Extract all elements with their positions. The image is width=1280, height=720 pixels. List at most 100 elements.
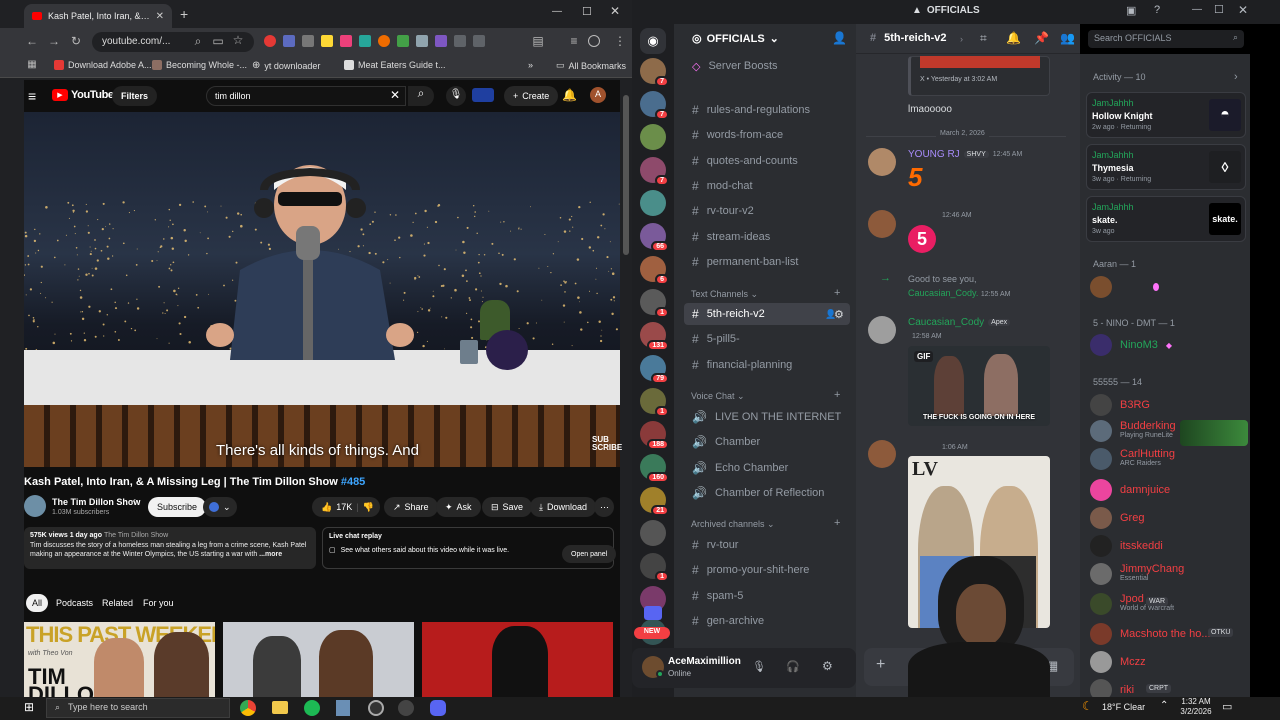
- side-panel-icon[interactable]: ▤: [530, 34, 546, 48]
- weather-text[interactable]: 18°F Clear: [1102, 702, 1145, 712]
- gif-embed[interactable]: GIF THE FUCK IS GOING ON IN HERE: [908, 346, 1050, 426]
- ask-button[interactable]: ✦ Ask: [436, 497, 481, 517]
- thumbnail-3[interactable]: [422, 622, 613, 697]
- channel-item[interactable]: # gen-archive: [684, 610, 850, 632]
- reload-icon[interactable]: ↻: [68, 34, 84, 48]
- episode-hashtag[interactable]: #485: [341, 476, 365, 488]
- channel-item[interactable]: # words-from-ace: [684, 124, 850, 146]
- channel-item[interactable]: # permanent-ban-list: [684, 251, 850, 273]
- category-header[interactable]: Text Channels ⌄: [691, 289, 758, 300]
- thumbnail-2[interactable]: [223, 622, 414, 697]
- member-item[interactable]: JimmyChang Essential: [1090, 563, 1184, 585]
- add-attachment-icon[interactable]: +: [876, 656, 885, 674]
- more-link[interactable]: ...more: [259, 551, 282, 558]
- thumbs-down-icon[interactable]: 👎: [363, 502, 374, 513]
- server-icon[interactable]: 21: [640, 487, 669, 516]
- chip-podcasts[interactable]: Podcasts: [50, 594, 99, 612]
- save-button[interactable]: ⊟ Save: [482, 497, 533, 517]
- chip-related[interactable]: Related: [96, 594, 139, 612]
- voice-search-icon[interactable]: 🎙: [446, 86, 466, 106]
- search-input[interactable]: Search OFFICIALS ⌕: [1088, 30, 1244, 48]
- channel-item[interactable]: #5-pill5-: [684, 328, 850, 350]
- member-item[interactable]: B3RG: [1090, 394, 1150, 416]
- description-box[interactable]: 575K views 1 day ago The Tim Dillon Show…: [24, 527, 316, 569]
- server-icon[interactable]: 6: [640, 256, 669, 285]
- notifications-bell-icon[interactable]: 🔔: [562, 88, 577, 102]
- clear-search-icon[interactable]: ✕: [390, 88, 400, 102]
- extension-icon[interactable]: [378, 35, 390, 47]
- channel-item[interactable]: # financial-planning: [684, 354, 850, 376]
- new-tab-button[interactable]: +: [180, 6, 188, 22]
- chevron-icon[interactable]: ›: [960, 34, 963, 44]
- add-channel-icon[interactable]: +: [834, 517, 840, 529]
- member-list-icon[interactable]: 👥: [1060, 31, 1075, 45]
- author-name[interactable]: YOUNG RJ: [908, 149, 960, 160]
- reading-list-icon[interactable]: ≡: [566, 34, 582, 48]
- server-icon[interactable]: 66: [640, 223, 669, 252]
- server-header[interactable]: ◎ OFFICIALS ⌄: [692, 32, 779, 46]
- member-item[interactable]: Budderking Playing RuneLite: [1090, 420, 1176, 442]
- server-boosts[interactable]: ◇ Server Boosts: [692, 60, 778, 73]
- hamburger-menu-icon[interactable]: ≡: [28, 88, 36, 104]
- channel-name[interactable]: The Tim Dillon Show: [52, 497, 140, 507]
- server-icon[interactable]: 7: [640, 91, 669, 120]
- create-button[interactable]: + Create: [504, 86, 559, 106]
- server-icon[interactable]: 1: [640, 553, 669, 582]
- cast-icon[interactable]: ▭: [210, 34, 226, 48]
- user-avatar[interactable]: [868, 210, 896, 238]
- add-channel-icon[interactable]: +: [834, 287, 840, 299]
- member-item[interactable]: Mczz: [1090, 651, 1146, 673]
- channel-item[interactable]: # spam-5: [684, 585, 850, 607]
- extension-icon[interactable]: [264, 35, 276, 47]
- bookmark-item[interactable]: Download Adobe A...: [54, 60, 152, 70]
- add-member-icon[interactable]: 👤: [832, 31, 847, 45]
- threads-icon[interactable]: ⌗: [980, 31, 987, 46]
- voice-channel-item[interactable]: 🔊 Chamber of Reflection: [684, 482, 850, 504]
- extension-icon[interactable]: [435, 35, 447, 47]
- profile-icon[interactable]: [588, 35, 600, 47]
- microphone-icon[interactable]: 🎙: [752, 660, 766, 673]
- open-panel-button[interactable]: Open panel: [562, 545, 617, 563]
- channel-item[interactable]: # mod-chat: [684, 175, 850, 197]
- extension-icon[interactable]: [416, 35, 428, 47]
- category-header[interactable]: Archived channels ⌄: [691, 519, 775, 530]
- category-header[interactable]: Voice Chat ⌄: [691, 391, 745, 402]
- thumbnail-1[interactable]: THIS PAST WEEKEND with Theo Von TIM DILL…: [24, 622, 215, 697]
- tray-chevron-icon[interactable]: ⌃: [1160, 700, 1168, 711]
- back-icon[interactable]: ←: [24, 34, 40, 48]
- user-settings-icon[interactable]: ⚙: [822, 659, 833, 673]
- obs-icon[interactable]: [368, 700, 384, 716]
- close-window-button[interactable]: ✕: [1238, 3, 1248, 17]
- extension-icon[interactable]: [340, 35, 352, 47]
- maximize-button[interactable]: ☐: [1214, 3, 1224, 16]
- headphones-icon[interactable]: 🎧: [786, 660, 800, 673]
- server-icon[interactable]: 131: [640, 322, 669, 351]
- server-icon[interactable]: [640, 520, 666, 546]
- channel-item[interactable]: # quotes-and-counts: [684, 150, 850, 172]
- share-button[interactable]: ↗ Share: [384, 497, 438, 517]
- join-user[interactable]: Caucasian_Cody.: [908, 288, 978, 298]
- channel-item[interactable]: # promo-your-shit-here: [684, 559, 850, 581]
- voice-channel-item[interactable]: 🔊 Chamber: [684, 431, 850, 453]
- minimize-button[interactable]: —: [552, 6, 562, 17]
- folder-icon[interactable]: [644, 606, 662, 620]
- channel-item[interactable]: # rules-and-regulations: [684, 99, 850, 121]
- discord-home-icon[interactable]: ◉: [640, 28, 666, 54]
- taskbar-clock[interactable]: 1:32 AM 3/2/2026: [1178, 697, 1214, 717]
- extension-icon[interactable]: [302, 35, 314, 47]
- extension-badge-icon[interactable]: [472, 88, 494, 102]
- activity-card[interactable]: JamJahhh Hollow Knight 2w ago · Returning ◓: [1086, 92, 1246, 138]
- bookmark-item[interactable]: Becoming Whole -...: [152, 60, 247, 70]
- forward-icon[interactable]: →: [46, 34, 62, 48]
- file-explorer-icon[interactable]: [272, 701, 288, 714]
- search-input[interactable]: tim dillon: [206, 86, 406, 106]
- discord-taskbar-icon[interactable]: [430, 700, 446, 716]
- subscribe-watermark[interactable]: SUB SCRIBE: [592, 436, 622, 452]
- bookmarks-overflow-icon[interactable]: »: [528, 60, 533, 70]
- more-actions-icon[interactable]: ⋯: [594, 497, 614, 517]
- close-window-button[interactable]: ✕: [610, 4, 620, 18]
- inbox-icon[interactable]: ▣: [1126, 4, 1136, 17]
- minimize-button[interactable]: —: [1192, 4, 1202, 15]
- server-icon[interactable]: 188: [640, 421, 669, 450]
- user-avatar[interactable]: [868, 316, 896, 344]
